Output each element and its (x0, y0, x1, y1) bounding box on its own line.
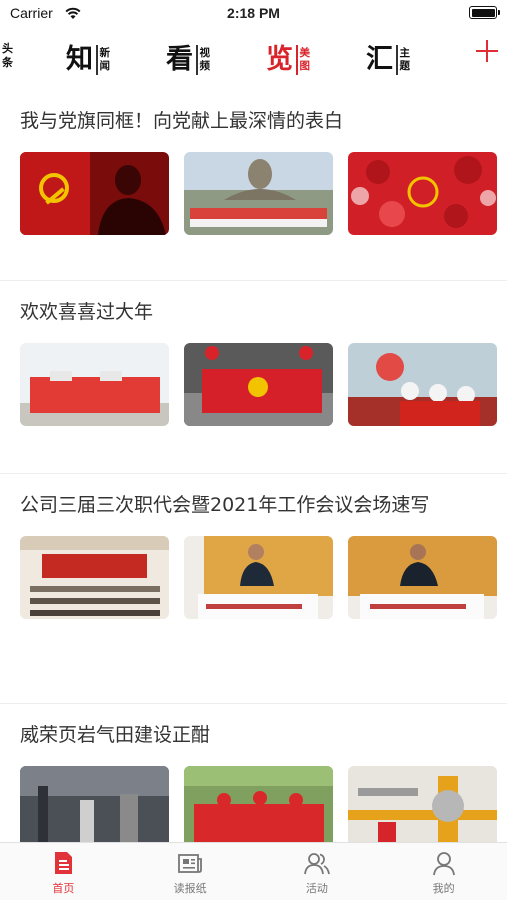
bottom-tab-activities-label: 活动 (305, 882, 328, 895)
tab-video-small2: 频 (199, 60, 211, 72)
article-title: 我与党旗同框！向党献上最深情的表白 (20, 110, 344, 132)
people-icon (303, 853, 330, 875)
tab-gallery-sub: 美 图 (300, 47, 311, 73)
tab-video-big: 看 (166, 44, 193, 75)
tab-headlines-line1: 头 (2, 42, 13, 55)
tab-divider (296, 45, 298, 75)
bottom-tab-bar: 首页 读报纸 活动 我的 (0, 842, 507, 900)
tab-topics-small2: 题 (399, 60, 411, 72)
bottom-tab-profile-label: 我的 (432, 882, 455, 895)
tab-news-sub: 新 闻 (100, 47, 111, 73)
bottom-tab-profile[interactable]: 我的 (380, 843, 507, 900)
thumbnail-row (20, 138, 497, 235)
article-thumbnail[interactable] (348, 536, 497, 619)
bottom-tab-newspaper-label: 读报纸 (173, 882, 207, 895)
bottom-tab-newspaper[interactable]: 读报纸 (127, 843, 254, 900)
article-thumbnail[interactable] (348, 152, 497, 235)
bottom-tab-home[interactable]: 首页 (0, 843, 127, 900)
tab-video-sub: 视 频 (200, 47, 211, 73)
article-title: 威荣页岩气田建设正酣 (20, 724, 211, 746)
article-thumbnail[interactable] (184, 766, 333, 842)
thumbnail-row (20, 752, 497, 842)
tab-divider (396, 45, 398, 75)
thumbnail-row (20, 329, 497, 426)
article-thumbnail[interactable] (184, 343, 333, 426)
tab-headlines[interactable]: 头 条 (2, 42, 13, 70)
tab-gallery[interactable]: 览 美 图 (266, 40, 310, 80)
article-title: 欢欢喜喜过大年 (20, 301, 154, 323)
newspaper-icon (178, 854, 203, 873)
article-card[interactable]: 我与党旗同框！向党献上最深情的表白 (0, 90, 507, 281)
person-icon (432, 852, 455, 876)
tab-gallery-small2: 图 (299, 60, 311, 72)
tab-news-small1: 新 (99, 47, 111, 59)
article-thumbnail[interactable] (348, 766, 497, 842)
tab-video-small1: 视 (199, 47, 211, 59)
tab-topics-big: 汇 (366, 44, 393, 75)
tab-headlines-line2: 条 (2, 56, 13, 69)
category-tabs: 头 条 知 新 闻 看 视 频 览 美 图 汇 主 题 (0, 28, 507, 90)
article-thumbnail[interactable] (184, 536, 333, 619)
tab-topics-sub: 主 题 (400, 47, 411, 73)
article-thumbnail[interactable] (20, 766, 169, 842)
status-bar: Carrier 2:18 PM (0, 0, 507, 28)
tab-topics-small1: 主 (399, 47, 411, 59)
article-card[interactable]: 威荣页岩气田建设正酣 (0, 704, 507, 842)
tab-news-small2: 闻 (99, 60, 111, 72)
article-card[interactable]: 公司三届三次职代会暨2021年工作会议会场速写 (0, 474, 507, 704)
article-thumbnail[interactable] (20, 343, 169, 426)
article-thumbnail[interactable] (20, 536, 169, 619)
tab-topics[interactable]: 汇 主 题 (366, 40, 410, 80)
plus-icon[interactable] (474, 38, 500, 64)
tab-gallery-small1: 美 (299, 47, 311, 59)
clock-time: 2:18 PM (227, 5, 280, 21)
article-card[interactable]: 欢欢喜喜过大年 (0, 281, 507, 474)
home-doc-icon (55, 852, 73, 874)
tab-video[interactable]: 看 视 频 (166, 40, 210, 80)
article-thumbnail[interactable] (348, 343, 497, 426)
thumbnail-row (20, 522, 497, 619)
bottom-tab-activities[interactable]: 活动 (254, 843, 381, 900)
bottom-tab-home-label: 首页 (52, 882, 75, 895)
article-title: 公司三届三次职代会暨2021年工作会议会场速写 (20, 494, 430, 516)
tab-news[interactable]: 知 新 闻 (66, 40, 110, 80)
gallery-feed: 我与党旗同框！向党献上最深情的表白 欢欢喜喜过大年 公司三届三次职代会暨2021… (0, 90, 507, 842)
battery-icon (469, 6, 500, 19)
tab-gallery-big: 览 (266, 44, 293, 75)
tab-news-big: 知 (66, 44, 93, 75)
tab-divider (96, 45, 98, 75)
article-thumbnail[interactable] (184, 152, 333, 235)
tab-divider (196, 45, 198, 75)
article-thumbnail[interactable] (20, 152, 169, 235)
